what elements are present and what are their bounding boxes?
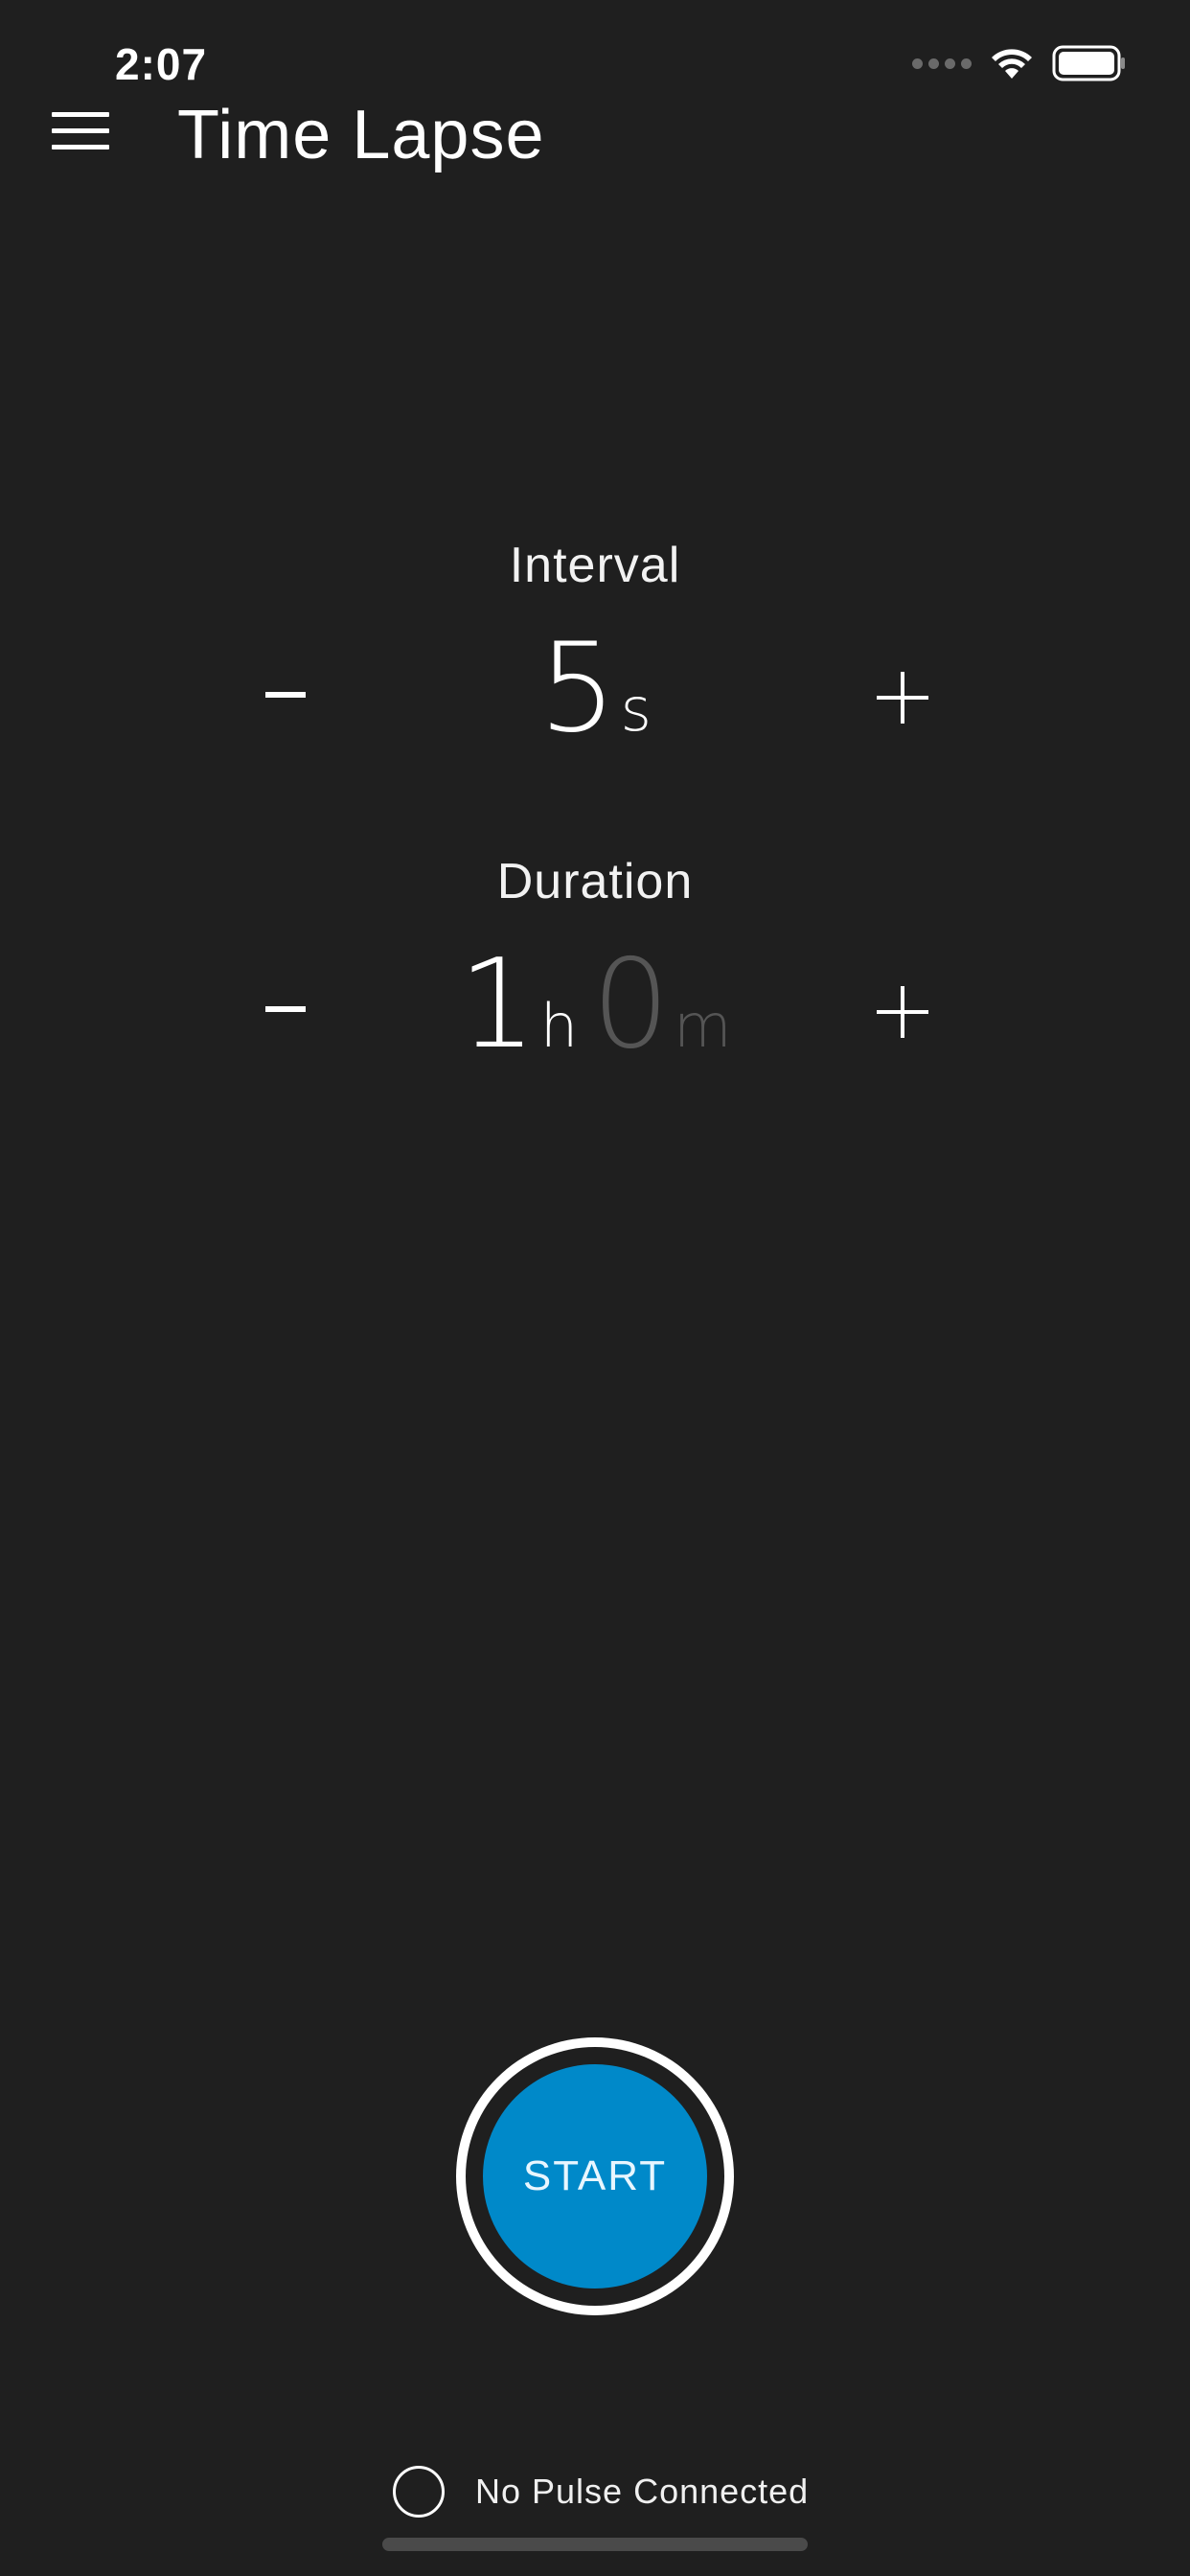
duration-hours-value[interactable]: 1: [458, 933, 536, 1076]
interval-unit: s: [620, 675, 652, 745]
start-button-ring: START: [456, 2037, 734, 2315]
interval-label: Interval: [509, 538, 681, 593]
duration-row: 1h 0m: [0, 943, 1190, 1068]
duration-minutes-unit: m: [674, 991, 732, 1061]
interval-value: 5: [538, 617, 617, 760]
interval-increment-button[interactable]: [840, 627, 965, 751]
interval-value-display: 5s: [0, 627, 1190, 751]
status-icons: [912, 44, 1127, 82]
connection-status[interactable]: No Pulse Connected: [393, 2463, 809, 2520]
interval-row: 5s: [0, 627, 1190, 751]
battery-icon: [1052, 45, 1125, 81]
duration-minutes-value[interactable]: 0: [592, 933, 670, 1076]
wifi-icon: [992, 49, 1032, 79]
home-indicator[interactable]: [382, 2538, 808, 2551]
duration-increment-button[interactable]: [840, 943, 965, 1068]
status-time: 2:07: [115, 39, 208, 89]
connection-indicator-icon: [393, 2466, 445, 2518]
cellular-signal-icon: [912, 58, 972, 69]
page-title: Time Lapse: [177, 97, 545, 173]
hamburger-menu-icon[interactable]: [52, 108, 109, 154]
start-button[interactable]: START: [483, 2064, 707, 2288]
connection-status-text: No Pulse Connected: [475, 2472, 810, 2511]
duration-label: Duration: [496, 854, 694, 909]
duration-hours-unit: h: [539, 991, 579, 1061]
duration-value-display: 1h 0m: [0, 943, 1190, 1068]
